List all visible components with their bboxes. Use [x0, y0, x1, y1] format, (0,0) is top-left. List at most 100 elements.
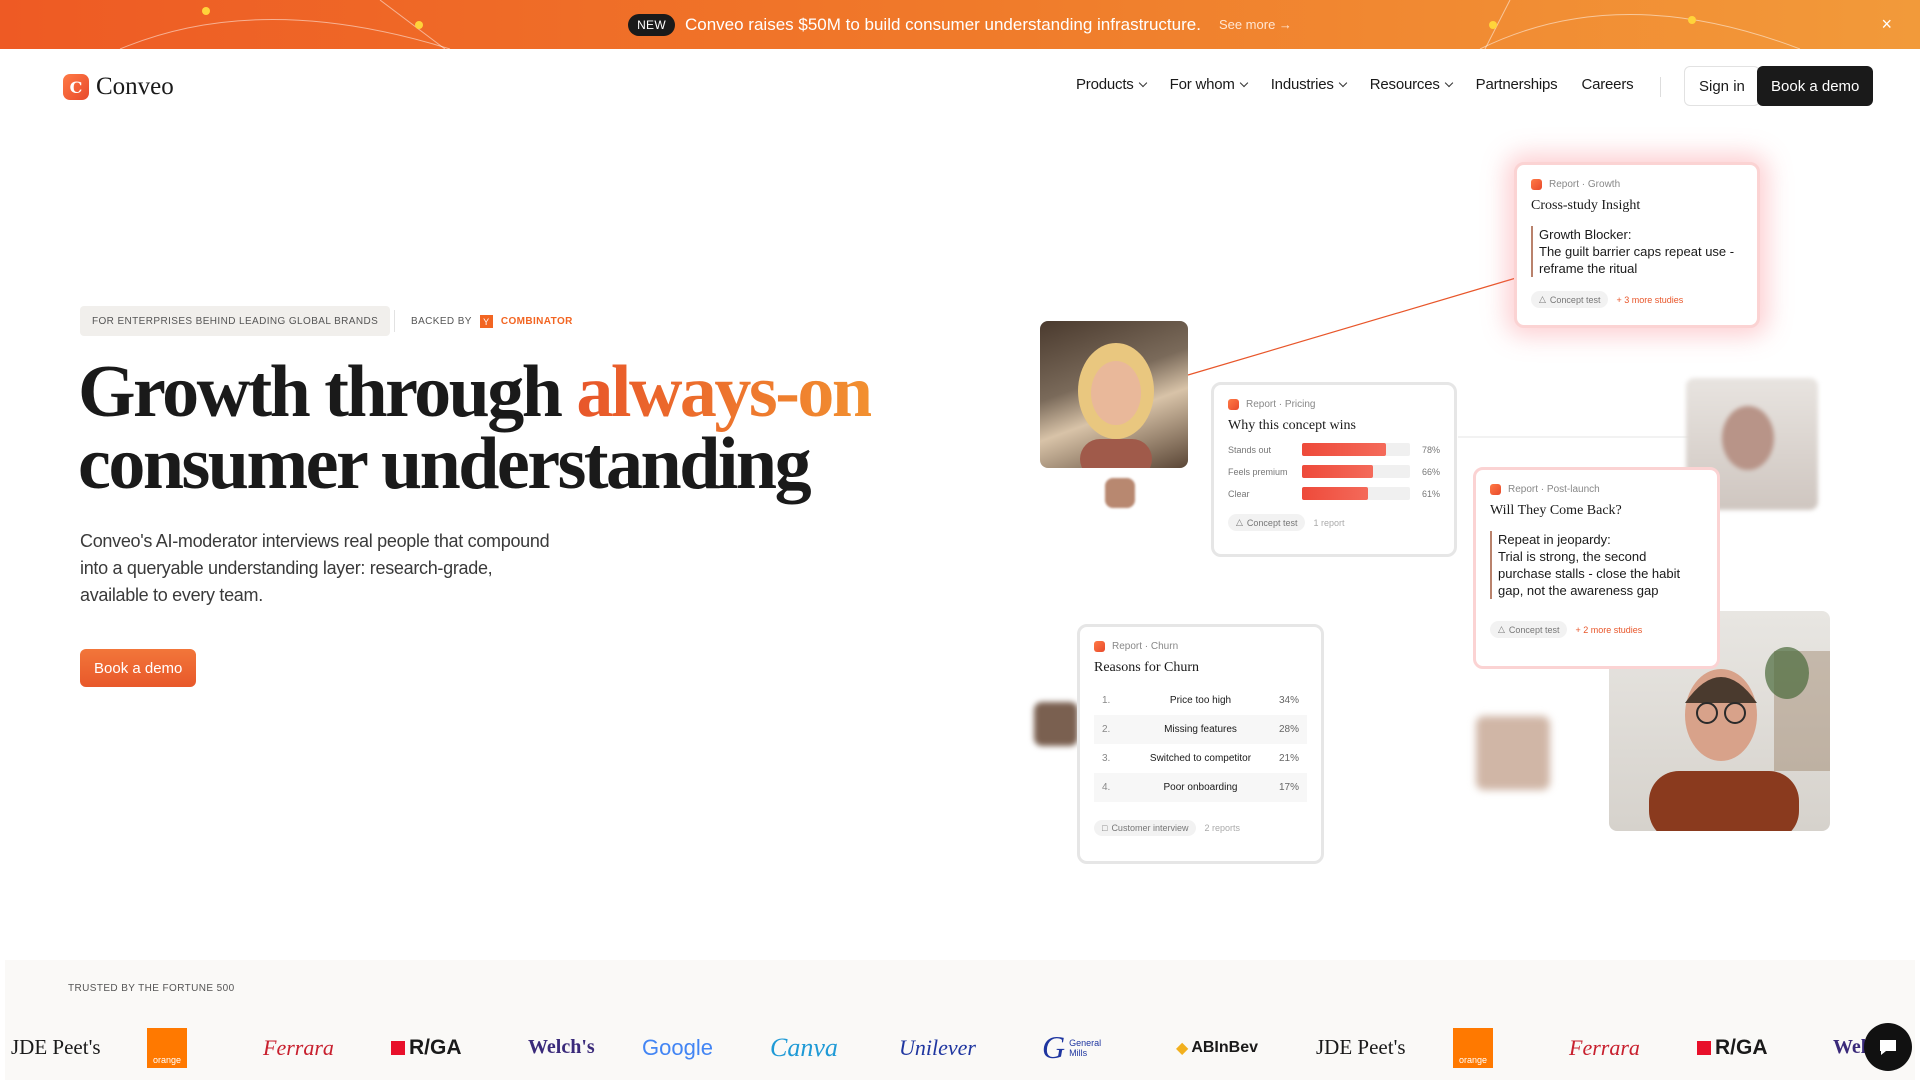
brand-name: Ferrara	[1569, 1034, 1640, 1060]
chat-widget-button[interactable]	[1864, 1023, 1912, 1071]
row-label: Price too high	[1169, 695, 1232, 706]
tag-label: Concept test	[1246, 517, 1298, 528]
brand-logo-orange: orange	[1453, 1025, 1493, 1070]
bar-label: Clear	[1228, 488, 1250, 499]
pricing-bars: Stands out 78% Feels premium 66% Clear 61%	[1228, 443, 1440, 500]
brand-name: General Mills	[1069, 1037, 1102, 1058]
trusted-section: TRUSTED BY THE FORTUNE 500 JDE Peet's or…	[5, 960, 1915, 1080]
more-studies: + 2 more studies	[1575, 624, 1643, 635]
brand-name: orange	[147, 1027, 187, 1068]
report-count: 1 report	[1313, 517, 1345, 528]
tag-concept-test: △ Concept test	[1490, 621, 1568, 638]
card-title: Cross-study Insight	[1531, 198, 1641, 213]
card-title: Will They Come Back?	[1490, 503, 1622, 518]
brand-logo-general-mills: G General Mills	[1042, 1025, 1111, 1070]
rga-square-icon	[1697, 1040, 1711, 1055]
report-card-churn: Report · Churn Reasons for Churn 1. Price…	[1077, 624, 1324, 864]
row-num: 2.	[1102, 724, 1111, 735]
bar-value: 78%	[1421, 444, 1440, 455]
participant-video-woman	[1040, 321, 1188, 468]
chat-bubble-icon	[1880, 1040, 1896, 1055]
row-value: 34%	[1278, 695, 1299, 706]
tag-concept-test: △ Concept test	[1228, 514, 1306, 531]
abinbev-mark-icon: ◆	[1176, 1039, 1189, 1057]
rga-square-icon	[391, 1040, 405, 1055]
flask-icon: △	[1236, 517, 1243, 527]
quote-body: Trial is strong, the second purchase sta…	[1498, 549, 1681, 598]
trusted-label: TRUSTED BY THE FORTUNE 500	[68, 983, 235, 994]
row-value: 21%	[1278, 753, 1299, 764]
bar-value: 66%	[1421, 466, 1440, 477]
brand-name: Ferrara	[263, 1034, 334, 1060]
row-num: 3.	[1102, 753, 1111, 764]
card-title: Why this concept wins	[1228, 418, 1356, 433]
brand-name: Google	[642, 1034, 713, 1060]
brand-logo-ferrara: Ferrara	[1569, 1025, 1640, 1070]
brand-name: R/GA	[409, 1035, 462, 1059]
table-row: 2. Missing features 28%	[1094, 715, 1307, 744]
chat-icon: □	[1102, 823, 1108, 833]
report-logo-icon	[1490, 484, 1501, 495]
bar-track	[1302, 465, 1410, 478]
quote-body: The guilt barrier caps repeat use - refr…	[1539, 244, 1735, 276]
quote-head: Repeat in jeopardy:	[1498, 532, 1611, 547]
card-kicker: Report · Pricing	[1246, 399, 1316, 410]
bar-fill	[1302, 465, 1374, 478]
brand-name: Unilever	[899, 1034, 976, 1060]
bar-row: Feels premium 66%	[1228, 465, 1440, 478]
brand-logo-unilever: Unilever	[899, 1025, 976, 1070]
report-count: 2 reports	[1204, 823, 1240, 833]
quote-head: Growth Blocker:	[1539, 227, 1632, 242]
tag-label: Concept test	[1549, 294, 1601, 305]
brand-logo-abinbev: ◆ ABInBev	[1176, 1025, 1258, 1070]
brand-logo-rga: R/GA	[391, 1025, 462, 1070]
report-logo-icon	[1228, 399, 1239, 410]
churn-table: 1. Price too high 34% 2. Missing features 28…	[1094, 686, 1307, 802]
flask-icon: △	[1539, 294, 1546, 304]
participant-thumbnail	[1105, 478, 1135, 508]
report-logo-icon	[1094, 641, 1105, 652]
tag-concept-test: △ Concept test	[1531, 291, 1609, 308]
brand-name: JDE Peet's	[1316, 1035, 1406, 1059]
card-kicker: Report · Growth	[1549, 179, 1621, 190]
bar-track	[1302, 443, 1410, 456]
bar-row: Stands out 78%	[1228, 443, 1440, 456]
participant-video-blurred-mid	[1476, 716, 1550, 790]
brand-logo-google: Google	[642, 1025, 713, 1070]
more-studies: + 3 more studies	[1616, 294, 1684, 305]
report-logo-icon	[1531, 179, 1542, 190]
flask-icon: △	[1498, 624, 1505, 634]
brand-name: Canva	[770, 1032, 838, 1062]
brand-logo-jde-peets: JDE Peet's	[11, 1025, 101, 1070]
card-quote: Repeat in jeopardy: Trial is strong, the…	[1490, 531, 1703, 599]
row-label: Poor onboarding	[1163, 782, 1238, 793]
card-quote: Growth Blocker: The guilt barrier caps r…	[1531, 226, 1743, 277]
report-card-pricing: Report · Pricing Why this concept wins S…	[1211, 382, 1457, 557]
row-value: 28%	[1278, 724, 1299, 735]
row-label: Missing features	[1164, 724, 1237, 735]
tag-label: Customer interview	[1111, 823, 1189, 833]
bar-value: 61%	[1421, 488, 1440, 499]
card-title: Reasons for Churn	[1094, 660, 1199, 675]
brand-logo-canva: Canva	[770, 1025, 838, 1070]
woman-avatar-icon	[1078, 343, 1154, 468]
report-card-growth: Report · Growth Cross-study Insight Grow…	[1514, 162, 1760, 328]
brand-name: JDE Peet's	[11, 1035, 101, 1059]
bar-label: Feels premium	[1228, 466, 1288, 477]
tag-label: Concept test	[1508, 624, 1560, 635]
brand-logo-strip: JDE Peet's orange Ferrara R/GA Welch's G…	[5, 1025, 1915, 1070]
bar-track	[1302, 487, 1410, 500]
table-row: 4. Poor onboarding 17%	[1094, 773, 1307, 802]
row-label: Switched to competitor	[1149, 753, 1252, 764]
card-kicker: Report · Post-launch	[1508, 484, 1600, 495]
participant-video-blurred-left	[1034, 702, 1078, 746]
general-mills-g-icon: G	[1042, 1029, 1066, 1065]
brand-logo-welchs: Welch's	[528, 1025, 595, 1070]
bar-fill	[1302, 443, 1387, 456]
tag-customer-interview: □ Customer interview	[1094, 820, 1197, 836]
brand-name: R/GA	[1715, 1035, 1768, 1059]
brand-logo-jde-peets: JDE Peet's	[1316, 1025, 1406, 1070]
table-row: 3. Switched to competitor 21%	[1094, 744, 1307, 773]
brand-logo-orange: orange	[147, 1025, 187, 1070]
report-card-postlaunch: Report · Post-launch Will They Come Back…	[1473, 467, 1720, 669]
